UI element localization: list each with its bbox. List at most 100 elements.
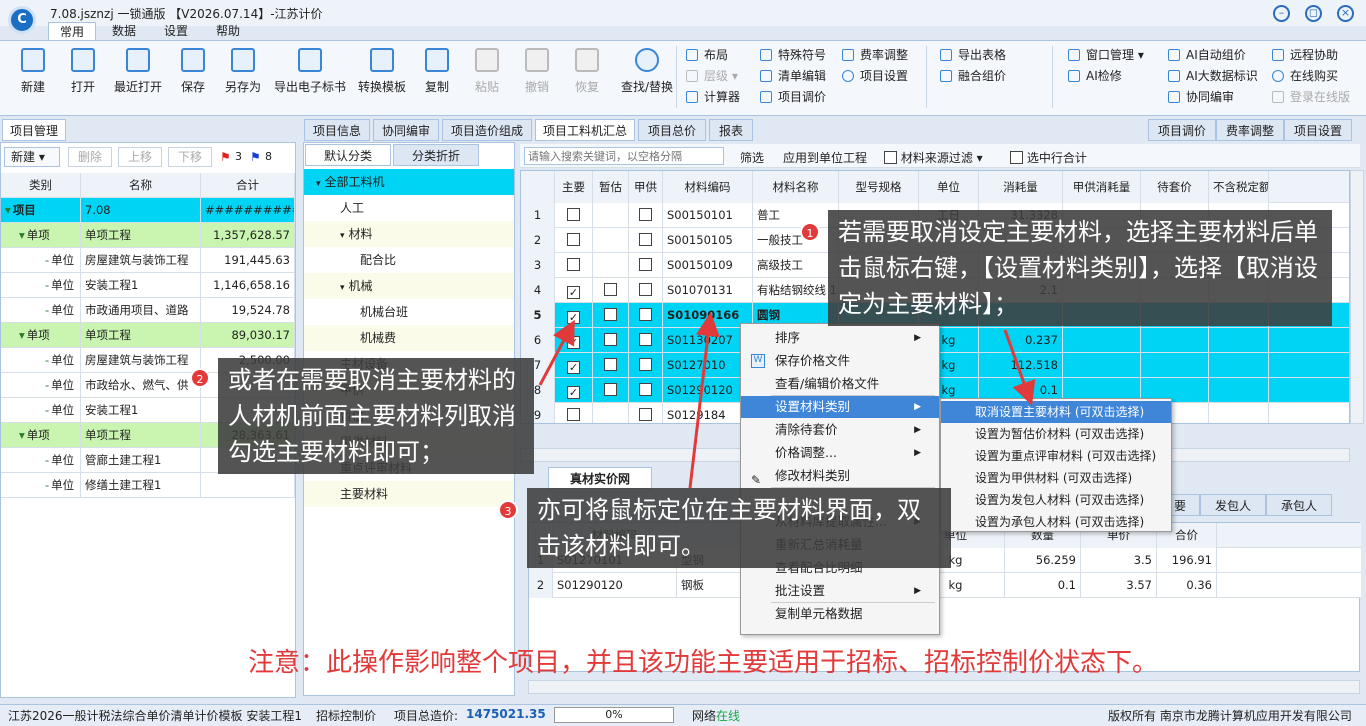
tab-project-info[interactable]: 项目信息 bbox=[304, 119, 370, 141]
main-material-cell[interactable]: ✓ bbox=[555, 353, 593, 378]
supply-checkbox[interactable] bbox=[639, 383, 652, 396]
supply-cell[interactable] bbox=[629, 378, 663, 403]
login-online-button[interactable]: 登录在线版 bbox=[1272, 88, 1350, 106]
context-menu-item[interactable]: 清除待套价 ▶ bbox=[741, 419, 939, 441]
tab-co-review[interactable]: 协同编审 bbox=[373, 119, 439, 141]
expand-icon[interactable]: ▾ bbox=[340, 283, 345, 293]
ai-bigdata-button[interactable]: AI大数据标识 bbox=[1168, 67, 1258, 85]
supply-checkbox[interactable] bbox=[639, 308, 652, 321]
category-item[interactable]: 配合比 bbox=[304, 247, 514, 273]
new-button[interactable]: 新建 bbox=[5, 48, 61, 95]
estimate-cell[interactable] bbox=[593, 328, 629, 353]
menu-tab-help[interactable]: 帮助 bbox=[204, 22, 252, 40]
supply-cell[interactable] bbox=[629, 303, 663, 328]
detail-row[interactable]: 2S01290120钢板0～2.5kg0.13.570.36 bbox=[529, 573, 1361, 598]
grid-header-cell[interactable]: 消耗量 bbox=[979, 171, 1063, 203]
tree-leaf-icon[interactable]: - bbox=[45, 378, 49, 392]
tab-real-price[interactable]: 真材实价网 bbox=[548, 467, 652, 489]
calculator-button[interactable]: 计算器 bbox=[686, 88, 740, 106]
level-button[interactable]: 层级 ▾ bbox=[686, 67, 738, 85]
estimate-cell[interactable] bbox=[593, 303, 629, 328]
special-symbol-button[interactable]: 特殊符号 bbox=[760, 46, 826, 64]
main-material-checkbox[interactable]: ✓ bbox=[567, 336, 580, 349]
restore-icon[interactable]: ◻ bbox=[1305, 5, 1322, 22]
grid-header-cell[interactable]: 型号规格 bbox=[839, 171, 919, 203]
remote-assist-button[interactable]: 远程协助 bbox=[1272, 46, 1338, 64]
new-dropdown-button[interactable]: 新建 ▾ bbox=[4, 147, 60, 167]
main-material-cell[interactable] bbox=[555, 228, 593, 253]
recent-button[interactable]: 最近打开 bbox=[110, 48, 166, 95]
expand-icon[interactable]: ▾ bbox=[19, 428, 25, 442]
tree-leaf-icon[interactable]: - bbox=[45, 278, 49, 292]
main-material-checkbox[interactable] bbox=[567, 408, 580, 421]
blue-flag-icon[interactable]: ⚑ bbox=[250, 150, 261, 164]
category-item[interactable]: 人工 bbox=[304, 195, 514, 221]
close-icon[interactable]: × bbox=[1337, 5, 1354, 22]
grid-header-cell[interactable]: 主要 bbox=[555, 171, 593, 203]
grid-header-cell[interactable]: 甲供 bbox=[629, 171, 663, 203]
main-material-cell[interactable]: ✓ bbox=[555, 378, 593, 403]
tab-project-adjust[interactable]: 项目调价 bbox=[1148, 119, 1216, 141]
supply-checkbox[interactable] bbox=[639, 333, 652, 346]
ai-auto-pricing-button[interactable]: AI自动组价 bbox=[1168, 46, 1246, 64]
main-material-checkbox[interactable] bbox=[567, 233, 580, 246]
online-buy-button[interactable]: 在线购买 bbox=[1272, 67, 1338, 85]
redo-button[interactable]: 恢复 bbox=[559, 48, 615, 95]
tab-report[interactable]: 报表 bbox=[709, 119, 753, 141]
grid-header-cell[interactable]: 待套价 bbox=[1141, 171, 1209, 203]
expand-icon[interactable]: ▾ bbox=[316, 179, 321, 189]
project-manage-tab[interactable]: 项目管理 bbox=[2, 119, 66, 141]
supply-checkbox[interactable] bbox=[639, 358, 652, 371]
tree-row[interactable]: - 单位 房屋建筑与装饰工程 191,445.63 bbox=[1, 248, 295, 273]
grid-header-cell[interactable]: 甲供消耗量 bbox=[1063, 171, 1141, 203]
category-item[interactable]: 主要材料 bbox=[304, 481, 514, 507]
submenu-item[interactable]: 取消设置主要材料 (可双击选择) bbox=[941, 401, 1171, 423]
tab-material-summary[interactable]: 项目工料机汇总 bbox=[535, 119, 635, 141]
estimate-cell[interactable] bbox=[593, 403, 629, 423]
red-flag-icon[interactable]: ⚑ bbox=[220, 150, 231, 164]
find-replace-button[interactable]: 查找/替换 bbox=[612, 48, 682, 95]
tree-row[interactable]: - 单位 市政通用项目、道路 19,524.78 bbox=[1, 298, 295, 323]
delete-button[interactable]: 删除 bbox=[68, 147, 112, 167]
category-item[interactable]: ▾ 机械 bbox=[304, 273, 514, 299]
expand-icon[interactable]: ▾ bbox=[340, 231, 345, 241]
context-menu-item[interactable]: 批注设置 ▶ bbox=[741, 580, 939, 602]
tree-row[interactable]: - 单位 安装工程1 1,146,658.16 bbox=[1, 273, 295, 298]
submenu-item[interactable]: 设置为承包人材料 (可双击选择) bbox=[941, 511, 1171, 533]
search-input[interactable] bbox=[524, 147, 724, 165]
grid-header-cell[interactable]: 材料编码 bbox=[663, 171, 753, 203]
estimate-checkbox[interactable] bbox=[604, 358, 617, 371]
estimate-cell[interactable] bbox=[593, 353, 629, 378]
main-material-checkbox[interactable]: ✓ bbox=[567, 386, 580, 399]
estimate-cell[interactable] bbox=[593, 228, 629, 253]
main-material-checkbox[interactable] bbox=[567, 208, 580, 221]
grid-header-cell[interactable]: 单位 bbox=[919, 171, 979, 203]
merge-pricing-button[interactable]: 融合组价 bbox=[940, 67, 1006, 85]
tree-leaf-icon[interactable]: - bbox=[45, 253, 49, 267]
tab-rate-adjust[interactable]: 费率调整 bbox=[1216, 119, 1284, 141]
detail-hscrollbar[interactable] bbox=[528, 680, 1360, 694]
tree-leaf-icon[interactable]: - bbox=[45, 303, 49, 317]
menu-tab-data[interactable]: 数据 bbox=[100, 22, 148, 40]
main-material-cell[interactable]: ✓ bbox=[555, 278, 593, 303]
context-menu-item[interactable]: 排序 ▶ bbox=[741, 327, 939, 349]
tree-row[interactable]: - 单位 修缮土建工程1 bbox=[1, 473, 295, 498]
estimate-cell[interactable] bbox=[593, 378, 629, 403]
tree-row[interactable]: ▾项目7.08########### bbox=[1, 198, 295, 223]
main-material-checkbox[interactable]: ✓ bbox=[567, 361, 580, 374]
estimate-checkbox[interactable] bbox=[604, 308, 617, 321]
main-material-cell[interactable]: ✓ bbox=[555, 328, 593, 353]
row-total-checkbox[interactable] bbox=[1010, 151, 1023, 164]
estimate-checkbox[interactable] bbox=[604, 333, 617, 346]
tab-project-settings[interactable]: 项目设置 bbox=[1284, 119, 1352, 141]
ai-check-button[interactable]: AI检修 bbox=[1068, 67, 1122, 85]
export-table-button[interactable]: 导出表格 bbox=[940, 46, 1006, 64]
filter-button[interactable]: 筛选 bbox=[740, 149, 764, 166]
tree-leaf-icon[interactable]: - bbox=[45, 403, 49, 417]
paste-button[interactable]: 粘贴 bbox=[459, 48, 515, 95]
tab-category-split[interactable]: 分类折折 bbox=[393, 144, 479, 166]
save-as-button[interactable]: 另存为 bbox=[215, 48, 271, 95]
main-material-cell[interactable] bbox=[555, 403, 593, 423]
app-logo[interactable]: C bbox=[8, 6, 36, 34]
supply-checkbox[interactable] bbox=[639, 283, 652, 296]
